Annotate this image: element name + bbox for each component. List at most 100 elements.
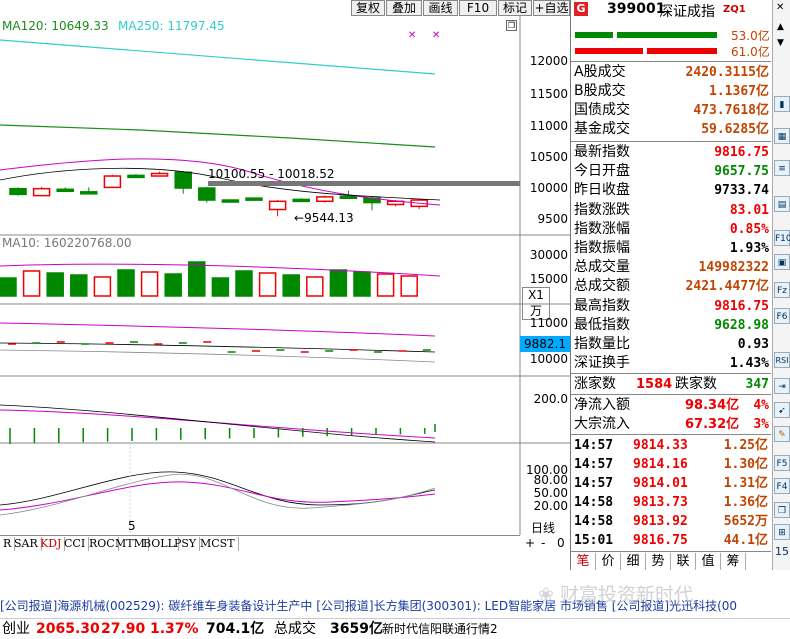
list-tool-icon[interactable]: ≡ xyxy=(774,160,790,176)
stat-value: 149982322 xyxy=(698,260,769,276)
chart-tool-icon[interactable]: ▣ xyxy=(774,254,790,270)
chart-area[interactable]: 复权 叠加 画线 F10 标记 +自选 ❐ MA120: 10649.33 MA… xyxy=(0,0,570,550)
tab-psy[interactable]: PSY xyxy=(171,537,201,551)
volume-bar xyxy=(258,272,277,297)
rsi-tool-icon[interactable]: RSI xyxy=(774,352,790,368)
stat-label: 指数涨跌 xyxy=(574,201,630,218)
vol-tick: 30000 xyxy=(529,248,568,262)
chart-canvas[interactable] xyxy=(0,0,570,535)
stat-row: 今日开盘 9657.75 xyxy=(571,162,771,181)
watermark-text: 财富投资新时代 xyxy=(559,584,693,606)
status-change: 27.90 xyxy=(101,621,146,637)
f4-tool-icon[interactable]: F4 xyxy=(774,478,790,494)
row-label: 净流入额 xyxy=(574,397,630,413)
mark-button[interactable]: 标记 xyxy=(498,0,532,16)
tab-trend[interactable]: 势 xyxy=(646,553,671,570)
tick-row[interactable]: 15:01 9816.75 44.1亿 xyxy=(571,531,771,550)
status-total-label: 总成交 xyxy=(274,621,316,637)
stat-row: 最低指数 9628.98 xyxy=(571,316,771,335)
stat-label: 最高指数 xyxy=(574,297,630,314)
grid-tool-icon[interactable]: ▦ xyxy=(774,128,790,144)
stat-label: 指数振幅 xyxy=(574,240,630,256)
flow-value: 67.32亿 xyxy=(685,417,740,432)
row-label: 国债成交 xyxy=(574,102,630,118)
volume-bar xyxy=(282,274,300,297)
flow-pct: 4% xyxy=(753,398,769,413)
tick-price: 9814.01 xyxy=(633,476,688,491)
tick-volume: 44.1亿 xyxy=(723,533,768,548)
period-15-button[interactable]: 15 xyxy=(775,545,789,558)
arrow-tool-icon[interactable]: ➹ xyxy=(774,402,790,418)
volume-bar xyxy=(306,276,324,297)
pencil-tool-icon[interactable]: ✎ xyxy=(774,426,790,442)
tick-volume: 1.36亿 xyxy=(723,495,768,510)
candle xyxy=(56,188,74,193)
reset-zoom-button[interactable]: 0 xyxy=(557,536,565,550)
sub-upper-line xyxy=(0,322,436,337)
fuquan-button[interactable]: 复权 xyxy=(351,0,385,16)
candle xyxy=(292,198,310,203)
tick-price: 9813.92 xyxy=(633,514,688,529)
zoom-out-button[interactable]: - xyxy=(541,536,545,550)
tick-time: 14:57 xyxy=(574,438,614,453)
volume-bar xyxy=(164,273,182,297)
breadth-row: 涨家数 1584 跌家数 347 xyxy=(571,375,771,394)
tab-value[interactable]: 值 xyxy=(696,553,721,570)
watermark: ❀ 财富投资新时代 xyxy=(538,580,693,607)
box-tool-icon[interactable]: ⊞ xyxy=(774,524,790,540)
kdj-tick: 20.00 xyxy=(533,499,568,513)
tab-cci[interactable]: CCI xyxy=(61,537,90,551)
ma120-label: MA120: 10649.33 xyxy=(2,19,109,33)
f5-tool-icon[interactable]: F5 xyxy=(774,455,790,471)
up-count-label: 涨家数 xyxy=(574,376,616,392)
period-daily-button[interactable]: 日线 xyxy=(531,519,555,536)
flow-pct: 3% xyxy=(753,417,769,432)
restore-window-icon[interactable]: ❐ xyxy=(506,20,517,31)
f6-tool-icon[interactable]: F6 xyxy=(774,308,790,324)
volume-bar xyxy=(70,274,88,297)
tab-linked[interactable]: 联 xyxy=(671,553,696,570)
window-tool-icon[interactable]: ❐ xyxy=(774,502,790,518)
candle-tool-icon[interactable]: ▮ xyxy=(774,96,790,112)
chevron-up-icon[interactable]: ▲ xyxy=(777,22,784,32)
tick-time: 14:57 xyxy=(574,457,614,472)
tab-trades[interactable]: 笔 xyxy=(571,553,596,570)
tick-row[interactable]: 14:58 9813.73 1.36亿 xyxy=(571,493,771,512)
add-watchlist-button[interactable]: +自选 xyxy=(533,0,570,16)
layout-tool-icon[interactable]: ▤ xyxy=(774,196,790,212)
sub-tick: 11000 xyxy=(529,316,568,330)
f10-button[interactable]: F10 xyxy=(459,0,497,16)
tick-row[interactable]: 14:57 9814.01 1.31亿 xyxy=(571,474,771,493)
tick-volume: 1.30亿 xyxy=(723,457,768,472)
volume-bar xyxy=(400,275,418,297)
fz-tool-icon[interactable]: Fz xyxy=(774,282,790,298)
stat-label: 最新指数 xyxy=(574,144,630,160)
close-icon[interactable]: ✕ xyxy=(776,2,784,13)
exit-tool-icon[interactable]: ⇥ xyxy=(774,378,790,394)
draw-line-button[interactable]: 画线 xyxy=(423,0,458,16)
row-label: 大宗流入 xyxy=(574,416,630,432)
tick-row[interactable]: 14:58 9813.92 5652万 xyxy=(571,512,771,531)
index-code: 399001 xyxy=(607,1,666,17)
candle xyxy=(221,199,240,203)
chevron-down-icon[interactable]: ▼ xyxy=(777,38,784,48)
zoom-in-button[interactable]: + xyxy=(525,536,535,550)
candle xyxy=(80,191,98,195)
overlay-button[interactable]: 叠加 xyxy=(386,0,422,16)
tab-price[interactable]: 价 xyxy=(596,553,621,570)
tab-mcst[interactable]: MCST xyxy=(197,537,239,551)
stat-label: 指数量比 xyxy=(574,336,630,352)
tab-chips[interactable]: 筹 xyxy=(721,553,746,570)
volume-bar xyxy=(329,269,348,297)
stat-label: 指数涨幅 xyxy=(574,220,630,237)
tick-time: 14:58 xyxy=(574,514,614,529)
stat-row: 总成交量 149982322 xyxy=(571,258,771,277)
volume-bar xyxy=(188,261,206,297)
turnover-row: A股成交 2420.3115亿 xyxy=(571,63,771,82)
status-total: 3659亿 xyxy=(330,621,383,637)
f10-tool-icon[interactable]: F10 xyxy=(774,230,790,246)
tab-detail[interactable]: 细 xyxy=(621,553,646,570)
candle xyxy=(150,172,169,177)
tick-row[interactable]: 14:57 9814.33 1.25亿 xyxy=(571,436,771,455)
tick-row[interactable]: 14:57 9814.16 1.30亿 xyxy=(571,455,771,474)
